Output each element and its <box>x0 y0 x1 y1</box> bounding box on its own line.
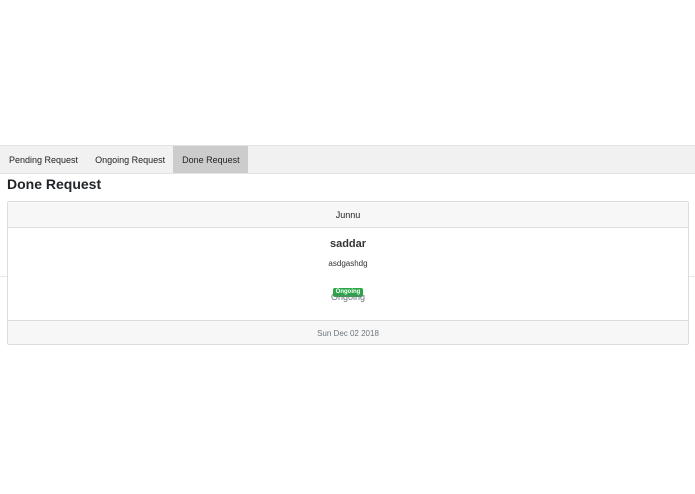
tab-label: Done Request <box>182 154 240 165</box>
card-body: saddar asdgashdg Ongoing Ongoing <box>8 228 688 320</box>
request-tab-bar: Pending Request Ongoing Request Done Req… <box>0 145 695 174</box>
tab-ongoing-request[interactable]: Ongoing Request <box>86 146 173 173</box>
request-description: asdgashdg <box>328 259 368 268</box>
request-date: Sun Dec 02 2018 <box>317 329 379 338</box>
requester-name: Junnu <box>335 209 361 220</box>
card-footer: Sun Dec 02 2018 <box>8 320 688 344</box>
request-location: saddar <box>329 238 367 250</box>
card-header: Junnu <box>8 202 688 228</box>
tab-pending-request[interactable]: Pending Request <box>0 146 86 173</box>
tab-label: Ongoing Request <box>95 154 166 165</box>
tab-done-request[interactable]: Done Request <box>173 146 248 173</box>
status-text: Ongoing <box>330 292 366 302</box>
request-card: Junnu saddar asdgashdg Ongoing Ongoing S… <box>7 201 689 345</box>
page-title: Done Request <box>7 176 102 192</box>
tab-label: Pending Request <box>9 154 79 165</box>
